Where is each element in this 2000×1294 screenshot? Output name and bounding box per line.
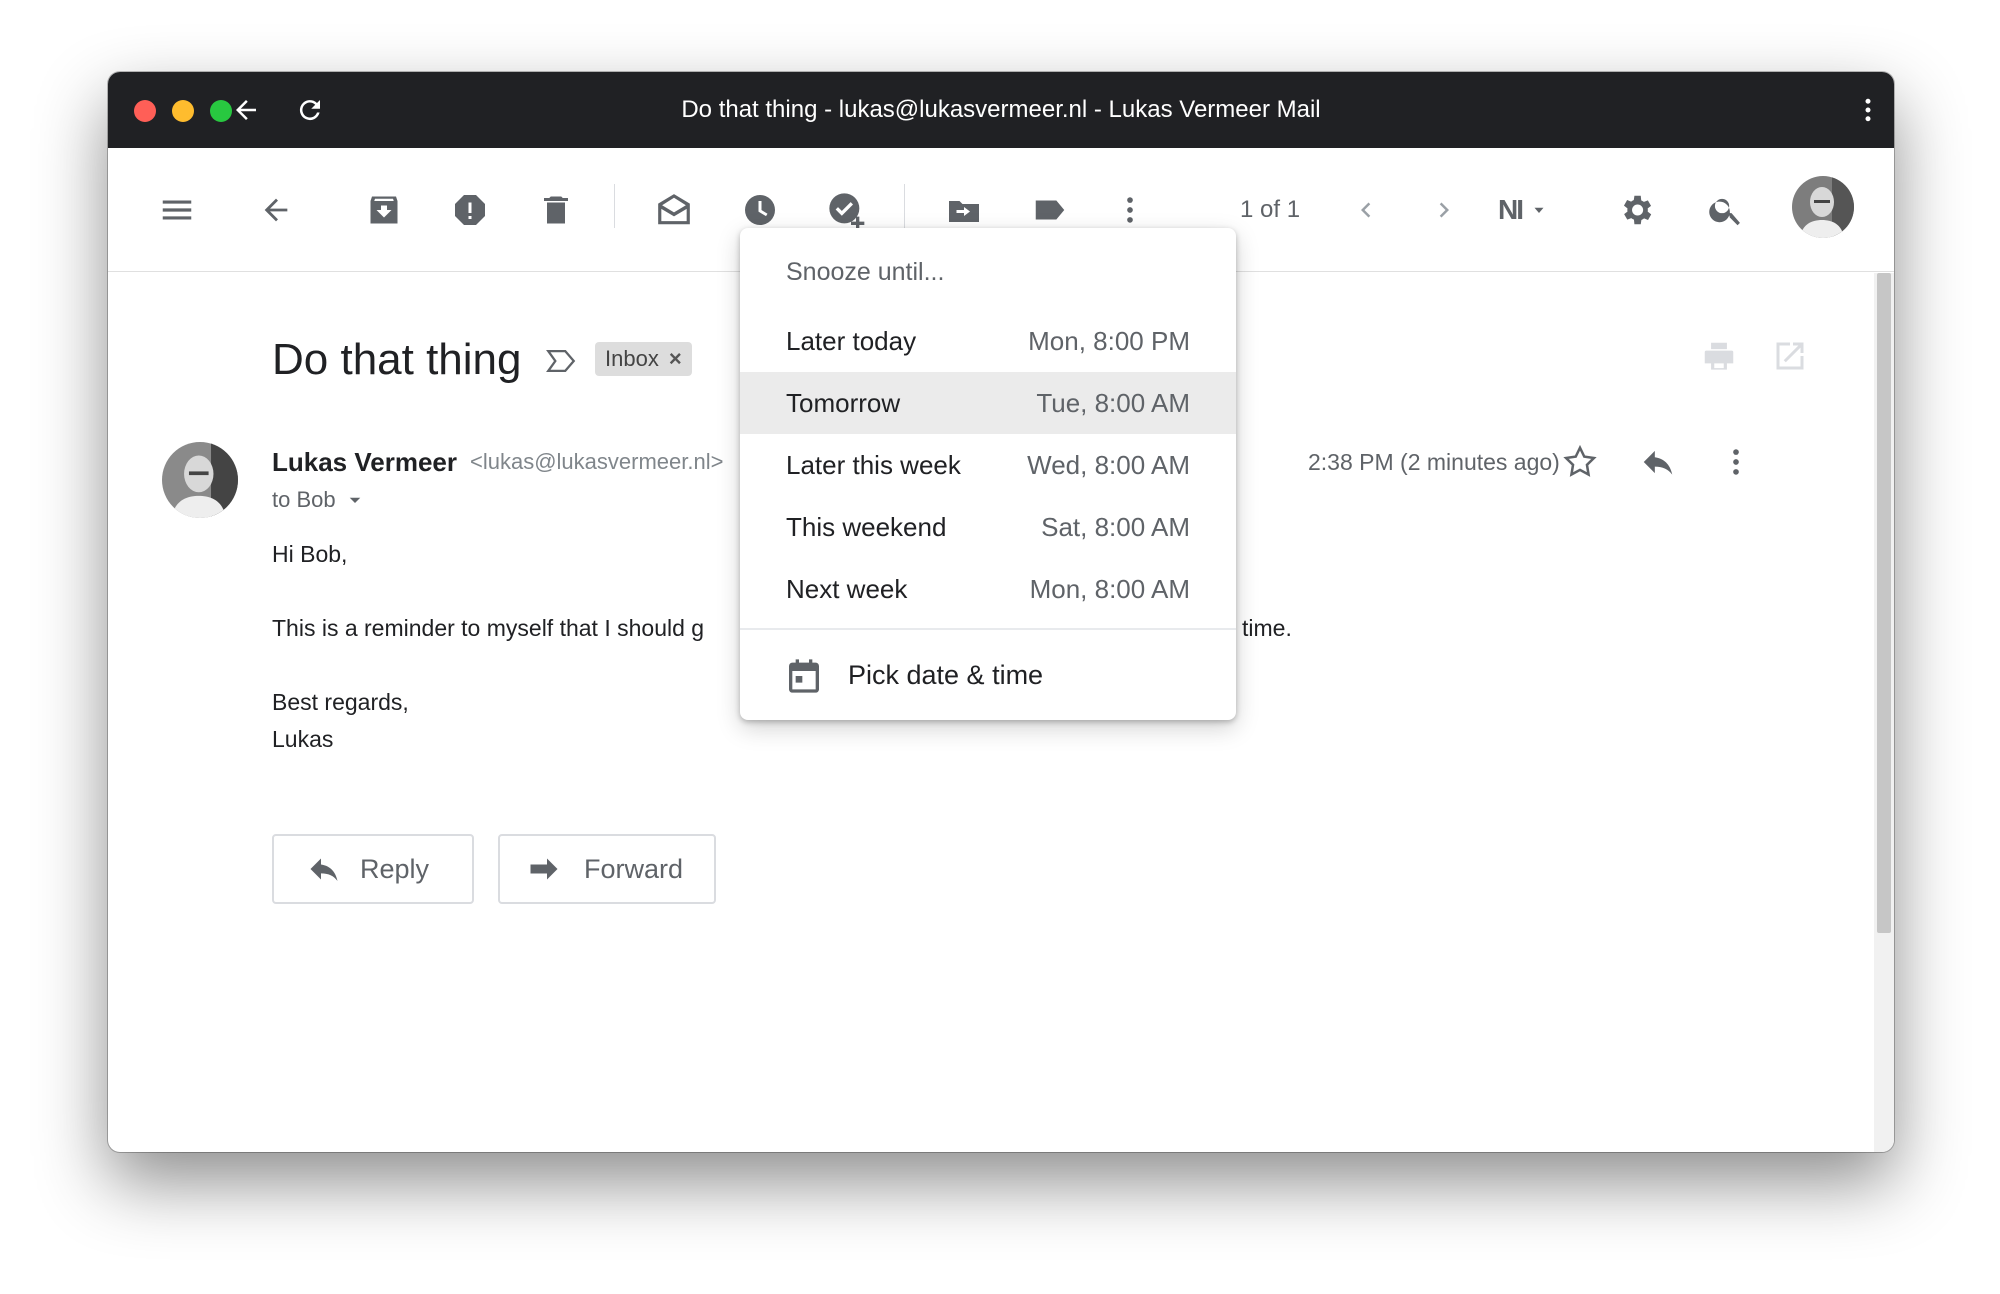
input-tools-button[interactable]: NI [1498, 188, 1548, 232]
chevron-left-icon[interactable] [1344, 188, 1388, 232]
star-icon[interactable] [1558, 440, 1602, 484]
window-title: Do that thing - lukas@lukasvermeer.nl - … [681, 96, 1321, 123]
snooze-option-time: Mon, 8:00 AM [1029, 574, 1190, 604]
email-subject: Do that thing [272, 335, 522, 384]
pick-date-time-option[interactable]: Pick date & time [740, 642, 1236, 708]
snooze-icon[interactable] [738, 188, 782, 232]
reply-icon[interactable] [1636, 440, 1680, 484]
body-greeting: Hi Bob, [272, 541, 348, 567]
recipient-details-toggle[interactable]: to Bob [272, 484, 364, 516]
label-chip-inbox: Inbox × [595, 342, 692, 376]
menu-divider [740, 628, 1236, 630]
menu-icon[interactable] [155, 188, 199, 232]
remove-label-icon[interactable]: × [669, 342, 682, 376]
message-more-icon[interactable] [1714, 440, 1758, 484]
more-vert-icon[interactable] [1108, 188, 1152, 232]
label-chip-text: Inbox [605, 346, 659, 371]
back-arrow-icon[interactable] [254, 188, 298, 232]
archive-icon[interactable] [362, 188, 406, 232]
calendar-icon [789, 659, 819, 693]
report-spam-icon[interactable] [448, 188, 492, 232]
reply-button[interactable]: Reply [272, 834, 474, 904]
settings-icon[interactable] [1614, 188, 1658, 232]
snooze-option-later-this-week[interactable]: Later this week Wed, 8:00 AM [740, 434, 1236, 496]
chevron-down-icon [349, 497, 360, 503]
reply-arrow-icon [310, 858, 338, 881]
pager-text: 1 of 1 [1240, 196, 1301, 223]
forward-arrow-icon [530, 858, 558, 880]
snooze-option-this-weekend[interactable]: This weekend Sat, 8:00 AM [740, 496, 1236, 558]
sender-email: <lukas@lukasvermeer.nl> [470, 449, 724, 474]
move-to-icon[interactable] [942, 188, 986, 232]
snooze-option-time: Tue, 8:00 AM [1036, 388, 1190, 418]
scrollbar-thumb[interactable] [1877, 273, 1891, 933]
input-tools-icon: NI [1498, 194, 1524, 225]
delete-icon[interactable] [534, 188, 578, 232]
forward-label: Forward [584, 853, 684, 884]
recipient-text: to Bob [272, 487, 336, 512]
pick-date-time-label: Pick date & time [848, 660, 1044, 690]
body-text-start: This is a reminder to myself that I shou… [272, 615, 705, 641]
search-icon[interactable] [1704, 188, 1748, 232]
account-avatar[interactable] [1792, 176, 1854, 238]
print-icon[interactable] [1700, 338, 1738, 381]
snooze-option-time: Mon, 8:00 PM [1028, 326, 1190, 356]
chevron-right-icon[interactable] [1422, 188, 1466, 232]
open-in-new-window-icon[interactable] [1772, 338, 1808, 379]
window-more-icon[interactable] [1848, 90, 1888, 130]
snooze-option-later-today[interactable]: Later today Mon, 8:00 PM [740, 310, 1236, 372]
email-timestamp: 2:38 PM (2 minutes ago) [1308, 449, 1560, 475]
forward-button[interactable]: Forward [498, 834, 716, 904]
snooze-option-time: Wed, 8:00 AM [1027, 450, 1190, 480]
snooze-option-next-week[interactable]: Next week Mon, 8:00 AM [740, 558, 1236, 620]
sender-avatar [162, 442, 238, 518]
snooze-option-time: Sat, 8:00 AM [1041, 512, 1190, 542]
snooze-menu-header: Snooze until... [786, 258, 945, 286]
body-text-end: time. [1242, 615, 1292, 641]
snooze-option-label: Later this week [786, 450, 961, 480]
snooze-option-label: Next week [786, 574, 908, 604]
body-closing: Best regards, [272, 689, 409, 715]
title-bar: Do that thing - lukas@lukasvermeer.nl - … [108, 72, 1894, 148]
toolbar-divider [904, 184, 905, 228]
mark-unread-icon[interactable] [652, 188, 696, 232]
label-icon[interactable] [1028, 188, 1072, 232]
sender-name: Lukas Vermeer [272, 447, 458, 477]
snooze-option-label: This weekend [786, 512, 947, 542]
snooze-option-label: Tomorrow [786, 388, 901, 418]
important-marker-icon[interactable] [544, 344, 578, 383]
body-signature: Lukas [272, 726, 334, 752]
reply-label: Reply [360, 853, 430, 884]
toolbar-divider [614, 184, 615, 228]
snooze-option-tomorrow[interactable]: Tomorrow Tue, 8:00 AM [740, 372, 1236, 434]
snooze-menu: Snooze until... Later today Mon, 8:00 PM… [740, 228, 1236, 720]
add-task-icon[interactable] [824, 188, 868, 232]
browser-window: Do that thing - lukas@lukasvermeer.nl - … [108, 72, 1894, 1152]
snooze-option-label: Later today [786, 326, 917, 356]
scrollbar[interactable] [1874, 273, 1894, 1152]
dropdown-arrow-icon [1534, 207, 1544, 213]
